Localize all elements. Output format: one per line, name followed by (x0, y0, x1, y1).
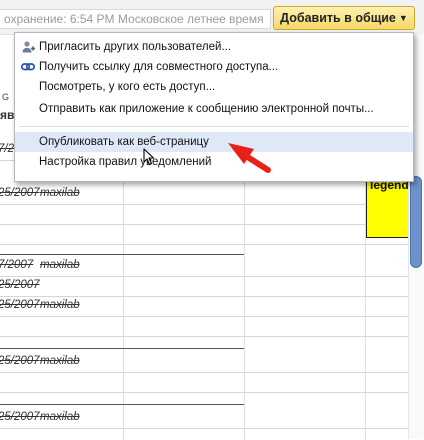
table-row[interactable] (0, 316, 408, 337)
user-cell[interactable]: maxilab (40, 411, 80, 423)
share-button[interactable]: Добавить в общие ▼ (273, 6, 415, 30)
menu-item-label: Отправить как приложение к сообщению эле… (39, 103, 374, 115)
menu-item-label: Посмотреть, у кого есть доступ... (39, 81, 216, 93)
menu-item-label: Опубликовать как веб-страницу (39, 136, 209, 148)
table-row[interactable]: 7/2007 maxilab (0, 256, 408, 277)
table-row[interactable]: 25/2007 (0, 276, 408, 297)
save-status: охранение: 6:54 PM Московское летнее вре… (0, 9, 271, 29)
mouse-pointer-icon (143, 148, 155, 166)
column-header-g[interactable]: G (2, 92, 9, 102)
table-row[interactable]: 25/2007 maxilab (0, 408, 408, 429)
menu-item-see-access[interactable]: Посмотреть, у кого есть доступ... (15, 77, 413, 97)
date-cell[interactable]: 7/2 (0, 143, 14, 155)
date-cell[interactable]: 25/2007 (0, 187, 40, 199)
menu-divider (19, 126, 409, 127)
link-icon (21, 63, 35, 71)
user-cell[interactable]: maxilab (40, 299, 80, 311)
row-border (0, 254, 244, 255)
table-row[interactable] (0, 224, 408, 245)
user-cell[interactable]: maxilab (40, 187, 80, 199)
share-button-label: Добавить в общие (280, 11, 396, 25)
user-cell[interactable]: maxilab (40, 259, 80, 271)
table-row[interactable]: 25/2007 maxilab (0, 184, 408, 205)
table-row[interactable]: 25/2007 maxilab (0, 352, 408, 373)
toolbar: охранение: 6:54 PM Московское летнее вре… (0, 0, 424, 35)
menu-item-publish-web-page[interactable]: Опубликовать как веб-страницу (15, 132, 413, 152)
user-cell[interactable]: maxilab (40, 355, 80, 367)
date-cell[interactable]: 25/2007 (0, 279, 40, 291)
date-cell[interactable]: 25/2007 (0, 411, 40, 423)
menu-item-invite[interactable]: Пригласить других пользователей... (15, 37, 413, 57)
menu-item-get-link[interactable]: Получить ссылку для совместного доступа.… (15, 57, 413, 77)
menu-item-notification-rules[interactable]: Настройка правил уведомлений (15, 152, 413, 172)
menu-item-label: Пригласить других пользователей... (39, 41, 232, 53)
row-border (0, 404, 244, 405)
header-cell[interactable]: яв (0, 108, 14, 122)
menu-item-label: Получить ссылку для совместного доступа.… (39, 61, 279, 73)
date-cell[interactable]: 25/2007 (0, 355, 40, 367)
menu-item-email-attachment[interactable]: Отправить как приложение к сообщению эле… (15, 99, 413, 119)
date-cell[interactable]: 7/2007 (0, 259, 33, 271)
row-border (0, 348, 244, 349)
table-row[interactable] (0, 204, 408, 225)
table-row[interactable] (0, 372, 408, 393)
date-cell[interactable]: 25/2007 (0, 299, 40, 311)
scrollbar-thumb[interactable] (410, 176, 422, 268)
table-row[interactable]: 25/2007 maxilab (0, 296, 408, 317)
menu-item-label: Настройка правил уведомлений (39, 156, 212, 168)
add-user-icon (22, 41, 35, 53)
share-dropdown-menu: Пригласить других пользователей... Получ… (14, 32, 414, 182)
chevron-down-icon: ▼ (398, 13, 408, 23)
